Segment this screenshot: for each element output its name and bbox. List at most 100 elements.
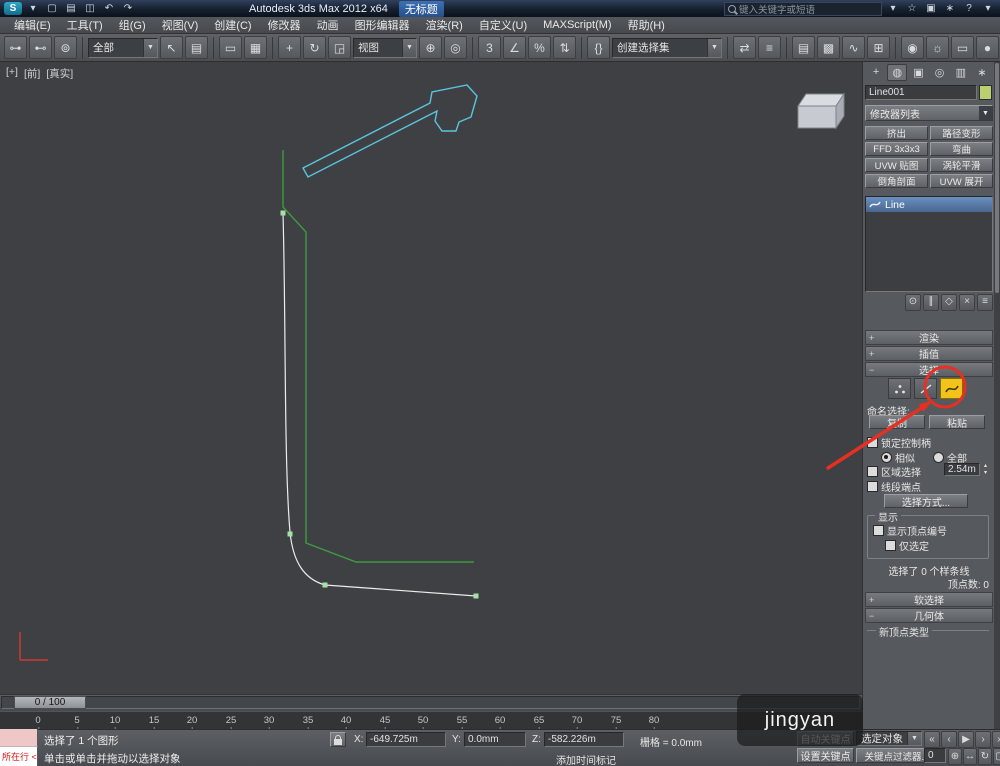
window-crossing-icon[interactable]: ▦ [244,36,267,59]
menu-group[interactable]: 组(G) [111,17,154,33]
menu-create[interactable]: 创建(C) [206,17,259,33]
select-object-icon[interactable]: ↖ [160,36,183,59]
search-go-icon[interactable]: ▾ [885,2,901,15]
menu-customize[interactable]: 自定义(U) [471,17,535,33]
community-icon[interactable]: ▣ [923,2,939,15]
zoom-icon[interactable]: ⊕ [948,748,962,765]
favorites-icon[interactable]: ☆ [904,2,920,15]
menu-maxscript[interactable]: MAXScript(M) [535,19,619,31]
spinner-snap-icon[interactable]: ⇅ [553,36,576,59]
redo-icon[interactable]: ↷ [120,2,136,15]
new-file-icon[interactable]: ▢ [44,2,60,15]
unlink-selection-icon[interactable]: ⊷ [29,36,52,59]
tab-motion-icon[interactable]: ◎ [930,64,950,81]
angle-snap-icon[interactable]: ∠ [503,36,526,59]
area-threshold-spinner[interactable]: ▴ ▾ [981,463,990,476]
segment-mode-icon[interactable] [914,378,937,399]
lock-handles-checkbox[interactable]: 锁定控制柄 [867,435,931,450]
pin-stack-icon[interactable]: ⊙ [905,293,921,311]
object-color-swatch[interactable] [979,85,992,100]
render-setup-icon[interactable]: ☼ [926,36,949,59]
menu-rendering[interactable]: 渲染(R) [418,17,471,33]
selected-white-spline[interactable] [282,212,477,597]
go-to-start-icon[interactable]: « [924,731,940,748]
select-and-link-icon[interactable]: ⊶ [4,36,27,59]
maxscript-mini-listener[interactable]: 所在行 < [0,747,38,766]
select-and-move-icon[interactable]: + [278,36,301,59]
search-input[interactable]: 键入关键字或短语 [724,1,882,16]
macro-recorder-field[interactable] [0,729,38,747]
spline-vertex[interactable] [280,210,286,216]
set-key-button[interactable]: 设置关键点 [797,748,854,763]
modifier-button-bevelprofile[interactable]: 倒角剖面 [865,174,928,188]
maximize-viewport-icon[interactable]: ▢ [993,748,1000,765]
make-unique-icon[interactable]: ◇ [941,293,957,311]
paste-button[interactable]: 粘贴 [929,415,985,429]
help-icon[interactable]: ? [961,2,977,15]
viewcube[interactable] [797,92,845,130]
copy-button[interactable]: 复制 [869,415,925,429]
next-frame-icon[interactable]: › [975,731,991,748]
alike-radio[interactable]: 相似 [881,450,915,465]
selection-filter-dropdown[interactable]: 全部 ▼ [88,37,158,58]
viewport-general-menu[interactable]: [+] [6,66,18,81]
green-spline-profile[interactable] [282,150,474,563]
spinner-down-icon[interactable]: ▾ [981,470,990,477]
x-coordinate-field[interactable]: -649.725m [366,732,446,747]
remove-modifier-icon[interactable]: × [959,293,975,311]
z-coordinate-field[interactable]: -582.226m [544,732,624,747]
select-and-manipulate-icon[interactable]: ◎ [444,36,467,59]
selected-object-dropdown[interactable]: 选定对象 ▼ [856,731,922,746]
select-and-rotate-icon[interactable]: ↻ [303,36,326,59]
material-editor-icon[interactable]: ◉ [901,36,924,59]
area-threshold-field[interactable]: 2.54m [944,463,980,476]
menu-edit[interactable]: 编辑(E) [6,17,59,33]
tab-utilities-icon[interactable]: ∗ [972,64,992,81]
selection-lock-toggle[interactable] [330,732,346,747]
play-icon[interactable]: ▶ [958,731,974,748]
object-name-field[interactable]: Line001 [865,85,977,100]
select-by-name-icon[interactable]: ▤ [185,36,208,59]
vertex-mode-icon[interactable] [888,378,911,399]
add-time-tag[interactable]: 添加时间标记 [556,752,616,766]
modifier-button-uvwmap[interactable]: UVW 贴图 [865,158,928,172]
save-icon[interactable]: ◫ [82,2,98,15]
current-frame-field[interactable]: 0 [924,748,946,763]
tab-display-icon[interactable]: ▥ [951,64,971,81]
spline-vertex[interactable] [322,582,328,588]
percent-snap-icon[interactable]: % [528,36,551,59]
spline-vertex[interactable] [287,531,293,537]
time-slider-handle[interactable]: 0 / 100 [14,696,86,709]
area-selection-checkbox[interactable]: 区域选择 [867,464,921,479]
tab-create-icon[interactable]: + [866,64,886,81]
snap-toggle-3d-icon[interactable]: 3 [478,36,501,59]
schematic-view-icon[interactable]: ⊞ [867,36,890,59]
select-and-scale-icon[interactable]: ◲ [328,36,351,59]
tab-hierarchy-icon[interactable]: ▣ [908,64,928,81]
menu-tools[interactable]: 工具(T) [59,17,111,33]
show-end-result-icon[interactable]: ∥ [923,293,939,311]
rollout-geometry[interactable]: − 几何体 [865,608,993,623]
curve-editor-icon[interactable]: ∿ [842,36,865,59]
modifier-button-extrude[interactable]: 挤出 [865,126,928,140]
viewport-pov-menu[interactable]: [前] [24,66,40,81]
configure-modifier-sets-icon[interactable]: ≡ [977,293,993,311]
time-slider-track[interactable] [1,696,860,709]
go-to-end-icon[interactable]: » [992,731,1000,748]
show-vertex-numbers-checkbox[interactable]: 显示顶点编号 [873,523,947,538]
named-selection-sets-dropdown[interactable]: 创建选择集 ▼ [612,37,722,58]
spline-vertex[interactable] [473,593,479,599]
rollout-rendering[interactable]: + 渲染 [865,330,993,345]
viewport-shading-menu[interactable]: [真实] [46,66,73,81]
menu-views[interactable]: 视图(V) [154,17,207,33]
render-production-icon[interactable]: ● [976,36,999,59]
modifier-button-bend[interactable]: 弯曲 [930,142,993,156]
selected-only-checkbox[interactable]: 仅选定 [885,538,929,553]
open-file-icon[interactable]: ▤ [63,2,79,15]
orbit-icon[interactable]: ↻ [978,748,992,765]
menu-animation[interactable]: 动画 [309,17,347,33]
panel-scrollbar-thumb[interactable] [995,63,999,293]
align-icon[interactable]: ≡ [758,36,781,59]
rollout-interpolation[interactable]: + 插值 [865,346,993,361]
y-coordinate-field[interactable]: 0.0mm [464,732,526,747]
